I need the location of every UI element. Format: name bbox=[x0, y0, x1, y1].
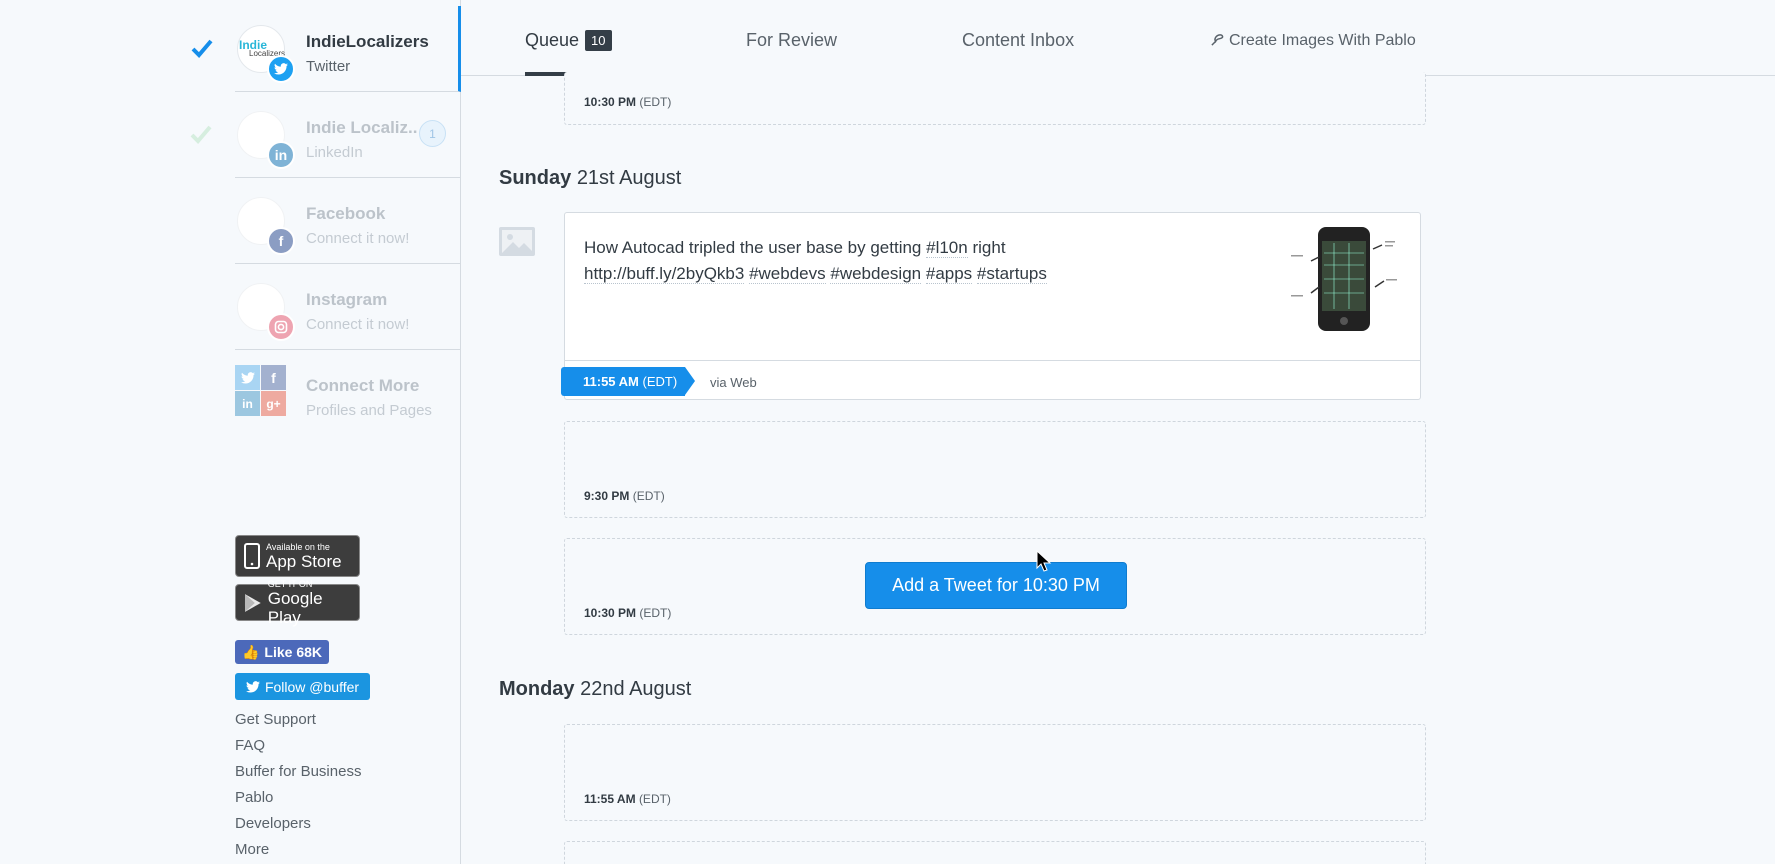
play-store-icon bbox=[244, 593, 261, 612]
day-date: 22nd August bbox=[580, 678, 692, 700]
tab-content-inbox[interactable]: Content Inbox bbox=[962, 30, 1074, 76]
hashtag-link[interactable]: #webdesign bbox=[830, 264, 922, 284]
queue-slot[interactable]: 11:55 AM (EDT) bbox=[564, 724, 1426, 821]
hashtag-link[interactable]: #l10n bbox=[926, 238, 968, 258]
slot-time: 9:30 PM (EDT) bbox=[584, 489, 665, 503]
slot-time: 11:55 AM (EDT) bbox=[584, 792, 671, 806]
day-weekday: Monday bbox=[499, 678, 575, 700]
post-footer: 11:55 AM (EDT) via Web bbox=[561, 360, 1420, 400]
queue-slot[interactable] bbox=[564, 841, 1426, 864]
facebook-like-button[interactable]: 👍 Like 68K bbox=[235, 640, 329, 664]
social-tiles-icon: f in g+ bbox=[235, 365, 287, 417]
post-url-link[interactable]: http://buff.ly/2byQkb3 bbox=[584, 264, 745, 284]
queue-count-badge: 10 bbox=[585, 30, 612, 51]
slot-time: 10:30 PM (EDT) bbox=[584, 95, 672, 109]
tab-pablo-label: Create Images With Pablo bbox=[1229, 32, 1416, 49]
google-play-big-text: Google Play bbox=[267, 588, 323, 627]
follow-label: Follow @buffer bbox=[264, 678, 360, 695]
profile-instagram[interactable]: Instagram Connect it now! bbox=[235, 264, 461, 350]
profile-facebook[interactable]: f Facebook Connect it now! bbox=[235, 178, 461, 264]
app-store-button[interactable]: Available on the App Store bbox=[235, 535, 360, 577]
footer-links: Get Support FAQ Buffer for Business Pabl… bbox=[235, 710, 361, 864]
profile-name: Instagram bbox=[306, 290, 388, 309]
checkmark-icon[interactable] bbox=[190, 36, 214, 60]
profile-network: Profiles and Pages bbox=[306, 402, 432, 419]
twitter-icon bbox=[245, 680, 260, 693]
checkmark-icon[interactable] bbox=[189, 122, 213, 146]
avatar bbox=[237, 283, 295, 341]
hashtag-link[interactable]: #webdevs bbox=[749, 264, 826, 284]
tab-inbox-label: Content Inbox bbox=[962, 30, 1075, 50]
day-header: Monday 22nd August bbox=[499, 678, 691, 701]
thumbs-up-icon: 👍 bbox=[241, 643, 260, 660]
profile-network: LinkedIn bbox=[306, 144, 363, 161]
profile-network: Twitter bbox=[306, 58, 351, 75]
profile-connect-link[interactable]: Connect it now! bbox=[306, 316, 409, 333]
instagram-icon bbox=[267, 313, 295, 341]
footer-link-faq[interactable]: FAQ bbox=[235, 736, 361, 762]
profile-twitter[interactable]: Indie Localizers IndieLocalizers Twitter bbox=[191, 6, 461, 92]
tab-for-review[interactable]: For Review bbox=[746, 30, 837, 76]
footer-link-business[interactable]: Buffer for Business bbox=[235, 762, 361, 788]
tab-bar: Queue 10 For Review Content Inbox Create … bbox=[461, 0, 1775, 76]
twitter-follow-button[interactable]: Follow @buffer bbox=[235, 673, 370, 700]
profile-name: Connect More bbox=[306, 376, 420, 395]
post-time-tag: 11:55 AM (EDT) bbox=[561, 367, 695, 396]
tab-review-label: For Review bbox=[746, 30, 838, 50]
avatar: Indie Localizers bbox=[237, 25, 295, 83]
post-text[interactable]: How Autocad tripled the user base by get… bbox=[584, 235, 1224, 287]
day-date: 21st August bbox=[576, 167, 682, 189]
profile-name: Facebook bbox=[306, 204, 386, 223]
like-label: Like 68K bbox=[264, 644, 323, 660]
avatar: in bbox=[237, 111, 295, 169]
profile-name: IndieLocalizers bbox=[306, 32, 429, 51]
day-header: Sunday 21st August bbox=[499, 167, 681, 190]
hashtag-link[interactable]: #apps bbox=[925, 264, 973, 284]
post-line: right bbox=[972, 238, 1006, 257]
app-store-big-text: App Store bbox=[266, 551, 342, 571]
sidebar: Indie Localizers IndieLocalizers Twitter… bbox=[0, 0, 461, 864]
image-placeholder-icon bbox=[499, 227, 535, 256]
footer-link-support[interactable]: Get Support bbox=[235, 710, 361, 736]
twitter-icon bbox=[267, 55, 295, 83]
mouse-cursor-icon bbox=[1036, 550, 1052, 572]
profile-name: Indie Localiz.. bbox=[306, 118, 418, 137]
slot-time: 10:30 PM (EDT) bbox=[584, 606, 672, 620]
add-tweet-button[interactable]: Add a Tweet for 10:30 PM bbox=[865, 562, 1127, 609]
post-via: via Web bbox=[710, 375, 757, 390]
connect-more[interactable]: f in g+ Connect More Profiles and Pages bbox=[235, 350, 461, 436]
google-play-small-text: GET IT ON bbox=[267, 578, 313, 589]
tab-queue[interactable]: Queue 10 bbox=[525, 30, 619, 76]
hashtag-link[interactable]: #startups bbox=[976, 264, 1047, 284]
post-image-thumbnail[interactable] bbox=[1289, 223, 1399, 333]
post-line: How Autocad tripled the user base by get… bbox=[584, 238, 922, 257]
avatar: f bbox=[237, 197, 295, 255]
pending-count-badge: 1 bbox=[419, 120, 446, 147]
tab-queue-label: Queue bbox=[525, 30, 580, 50]
app-store-small-text: Available on the bbox=[266, 541, 330, 552]
queue-slot[interactable]: 10:30 PM (EDT) bbox=[564, 72, 1426, 125]
footer-link-pablo[interactable]: Pablo bbox=[235, 788, 361, 814]
day-weekday: Sunday bbox=[499, 167, 572, 189]
profile-connect-link[interactable]: Connect it now! bbox=[306, 230, 409, 247]
queue-slot[interactable]: 9:30 PM (EDT) bbox=[564, 421, 1426, 518]
footer-link-developers[interactable]: Developers bbox=[235, 814, 361, 840]
linkedin-icon: in bbox=[267, 141, 295, 169]
queued-post[interactable]: How Autocad tripled the user base by get… bbox=[561, 212, 1421, 400]
google-play-button[interactable]: GET IT ON Google Play bbox=[235, 579, 360, 627]
phone-icon bbox=[244, 543, 260, 569]
footer-link-more[interactable]: More bbox=[235, 840, 361, 864]
facebook-icon: f bbox=[267, 227, 295, 255]
pablo-icon bbox=[1211, 34, 1224, 46]
